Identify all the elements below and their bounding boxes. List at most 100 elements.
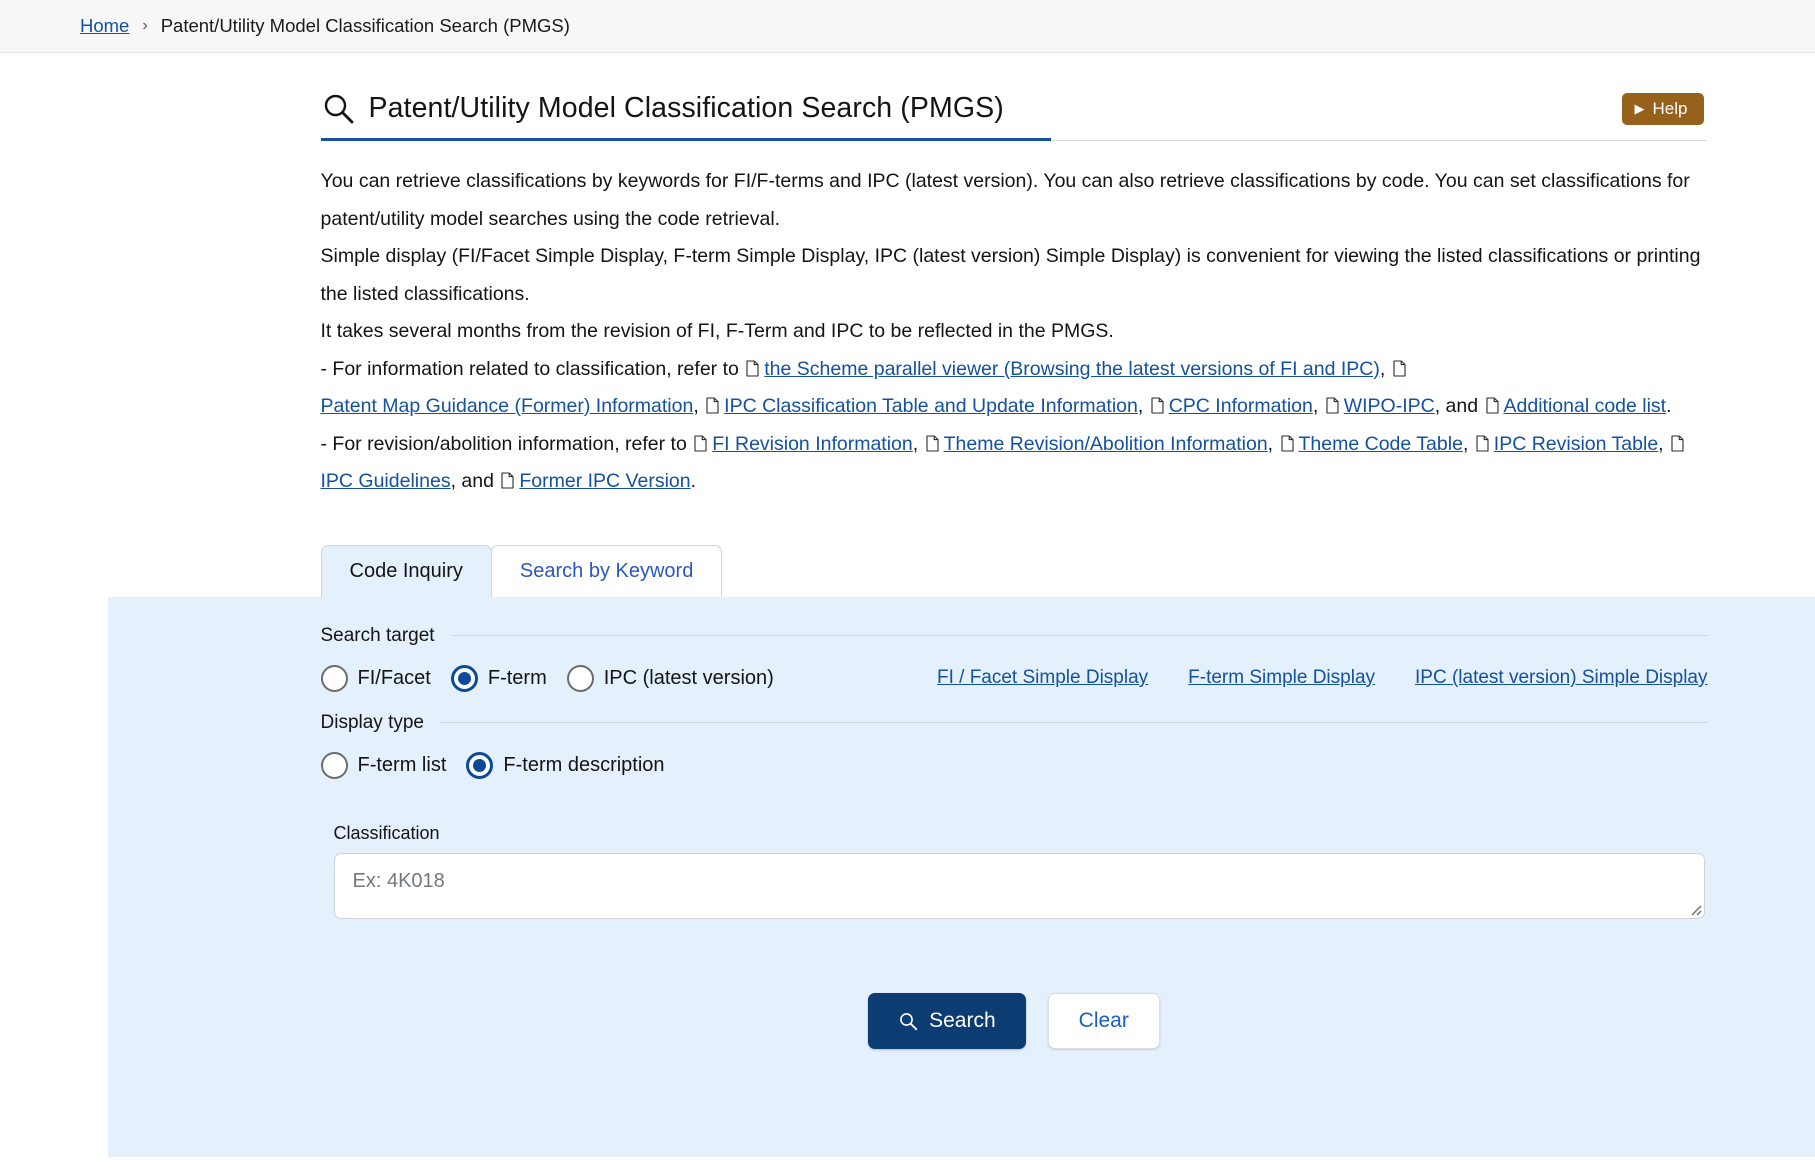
link-fi-facet-simple-display[interactable]: FI / Facet Simple Display bbox=[937, 667, 1148, 689]
classification-info-link-0[interactable]: the Scheme parallel viewer (Browsing the… bbox=[764, 358, 1380, 380]
document-icon bbox=[926, 435, 939, 452]
search-target-legend: Search target bbox=[321, 625, 1708, 647]
revision-info-comma: , bbox=[913, 433, 924, 455]
revision-info-comma: , bbox=[1463, 433, 1474, 455]
description-paragraph-1: You can retrieve classifications by keyw… bbox=[321, 163, 1706, 238]
play-triangle-icon: ▶ bbox=[1635, 102, 1645, 115]
classification-links-line: - For information related to classificat… bbox=[321, 351, 1706, 426]
clear-button-label: Clear bbox=[1079, 1009, 1129, 1033]
display-type-radio-group: F-term list F-term description bbox=[321, 752, 1708, 779]
document-icon bbox=[706, 397, 719, 414]
search-button[interactable]: Search bbox=[868, 993, 1026, 1049]
page-title: Patent/Utility Model Classification Sear… bbox=[369, 92, 1004, 125]
revision-info-link-5[interactable]: Former IPC Version bbox=[519, 470, 690, 492]
title-divider bbox=[1051, 140, 1706, 141]
revision-info-link-2[interactable]: Theme Code Table bbox=[1299, 433, 1463, 455]
document-icon bbox=[1326, 397, 1339, 414]
classification-field-block: Classification bbox=[321, 823, 1708, 919]
classification-info-period: . bbox=[1666, 395, 1671, 417]
classification-info-link-2[interactable]: IPC Classification Table and Update Info… bbox=[724, 395, 1138, 417]
revision-info-comma: , bbox=[1268, 433, 1279, 455]
document-icon bbox=[501, 472, 514, 489]
revision-info-link-1[interactable]: Theme Revision/Abolition Information bbox=[944, 433, 1268, 455]
breadcrumb-home-link[interactable]: Home bbox=[80, 15, 129, 37]
breadcrumb-current-page: Patent/Utility Model Classification Sear… bbox=[161, 15, 570, 37]
radio-f-term-description-dot[interactable] bbox=[466, 752, 493, 779]
revision-info-link-0[interactable]: FI Revision Information bbox=[712, 433, 913, 455]
document-icon bbox=[1281, 435, 1294, 452]
revision-info-conjunction: , and bbox=[451, 470, 500, 492]
page-body: Patent/Utility Model Classification Sear… bbox=[0, 53, 1815, 1157]
document-icon bbox=[746, 360, 759, 377]
classification-info-comma: , bbox=[1380, 358, 1391, 380]
link-f-term-simple-display[interactable]: F-term Simple Display bbox=[1188, 667, 1375, 689]
classification-info-link-3[interactable]: CPC Information bbox=[1169, 395, 1313, 417]
document-icon bbox=[1151, 397, 1164, 414]
search-icon bbox=[898, 1011, 918, 1031]
help-button[interactable]: ▶ Help bbox=[1622, 93, 1704, 125]
classification-info-conjunction: , and bbox=[1435, 395, 1484, 417]
tab-search-by-keyword[interactable]: Search by Keyword bbox=[491, 545, 722, 597]
document-icon bbox=[1671, 435, 1684, 452]
classification-input[interactable] bbox=[334, 853, 1705, 919]
content-container: Patent/Utility Model Classification Sear… bbox=[108, 53, 1708, 1157]
radio-f-term-list[interactable]: F-term list bbox=[321, 752, 447, 779]
page-title-group: Patent/Utility Model Classification Sear… bbox=[321, 91, 1051, 141]
document-icon bbox=[1486, 397, 1499, 414]
search-form-panel: Search target FI/Facet F-term IPC (lates bbox=[108, 597, 1815, 1157]
display-type-legend-label: Display type bbox=[321, 712, 425, 734]
radio-f-term-list-dot[interactable] bbox=[321, 752, 348, 779]
search-target-radio-group: FI/Facet F-term IPC (latest version) FI … bbox=[321, 665, 1708, 692]
classification-info-link-1[interactable]: Patent Map Guidance (Former) Information bbox=[321, 395, 694, 417]
search-button-label: Search bbox=[929, 1009, 996, 1033]
description-paragraph-2: Simple display (FI/Facet Simple Display,… bbox=[321, 238, 1706, 313]
radio-f-term[interactable]: F-term bbox=[451, 665, 547, 692]
search-target-legend-rule bbox=[451, 635, 1708, 636]
breadcrumb: Home › Patent/Utility Model Classificati… bbox=[0, 0, 1815, 53]
radio-ipc-latest[interactable]: IPC (latest version) bbox=[567, 665, 774, 692]
breadcrumb-separator-icon: › bbox=[142, 17, 147, 35]
classification-info-comma: , bbox=[1313, 395, 1324, 417]
clear-button[interactable]: Clear bbox=[1048, 993, 1160, 1049]
search-target-legend-label: Search target bbox=[321, 625, 435, 647]
form-actions: Search Clear bbox=[321, 993, 1708, 1049]
page-description: You can retrieve classifications by keyw… bbox=[321, 163, 1706, 501]
classification-info-comma: , bbox=[693, 395, 704, 417]
radio-f-term-list-label: F-term list bbox=[358, 754, 447, 777]
revision-info-period: . bbox=[691, 470, 696, 492]
radio-f-term-dot[interactable] bbox=[451, 665, 478, 692]
classification-input-wrap bbox=[334, 853, 1705, 919]
radio-fi-facet-label: FI/Facet bbox=[358, 667, 431, 690]
classification-info-comma: , bbox=[1138, 395, 1149, 417]
classification-links-prefix: - For information related to classificat… bbox=[321, 358, 745, 380]
revision-links-prefix: - For revision/abolition information, re… bbox=[321, 433, 693, 455]
radio-f-term-description-label: F-term description bbox=[503, 754, 664, 777]
document-icon bbox=[1393, 360, 1406, 377]
help-button-label: Help bbox=[1653, 100, 1688, 117]
tab-bar: Code Inquiry Search by Keyword bbox=[321, 545, 1706, 597]
radio-f-term-label: F-term bbox=[488, 667, 547, 690]
tab-search-by-keyword-label: Search by Keyword bbox=[520, 560, 693, 583]
radio-ipc-latest-label: IPC (latest version) bbox=[604, 667, 774, 690]
radio-ipc-latest-dot[interactable] bbox=[567, 665, 594, 692]
classification-label: Classification bbox=[334, 823, 1705, 844]
tab-code-inquiry[interactable]: Code Inquiry bbox=[321, 545, 492, 597]
document-icon bbox=[694, 435, 707, 452]
radio-fi-facet[interactable]: FI/Facet bbox=[321, 665, 431, 692]
document-icon bbox=[1476, 435, 1489, 452]
link-ipc-simple-display[interactable]: IPC (latest version) Simple Display bbox=[1415, 667, 1707, 689]
display-type-legend: Display type bbox=[321, 712, 1708, 734]
description-paragraph-3: It takes several months from the revisio… bbox=[321, 313, 1706, 351]
search-icon bbox=[321, 91, 355, 125]
revision-info-comma: , bbox=[1658, 433, 1669, 455]
classification-info-link-5[interactable]: Additional code list bbox=[1504, 395, 1667, 417]
simple-display-link-group: FI / Facet Simple Display F-term Simple … bbox=[937, 667, 1708, 689]
revision-info-link-3[interactable]: IPC Revision Table bbox=[1494, 433, 1658, 455]
radio-fi-facet-dot[interactable] bbox=[321, 665, 348, 692]
classification-info-link-4[interactable]: WIPO-IPC bbox=[1344, 395, 1435, 417]
page-header: Patent/Utility Model Classification Sear… bbox=[321, 53, 1706, 141]
revision-links-line: - For revision/abolition information, re… bbox=[321, 426, 1706, 501]
radio-f-term-description[interactable]: F-term description bbox=[466, 752, 664, 779]
search-form-inner: Search target FI/Facet F-term IPC (lates bbox=[108, 597, 1815, 1089]
revision-info-link-4[interactable]: IPC Guidelines bbox=[321, 470, 451, 492]
